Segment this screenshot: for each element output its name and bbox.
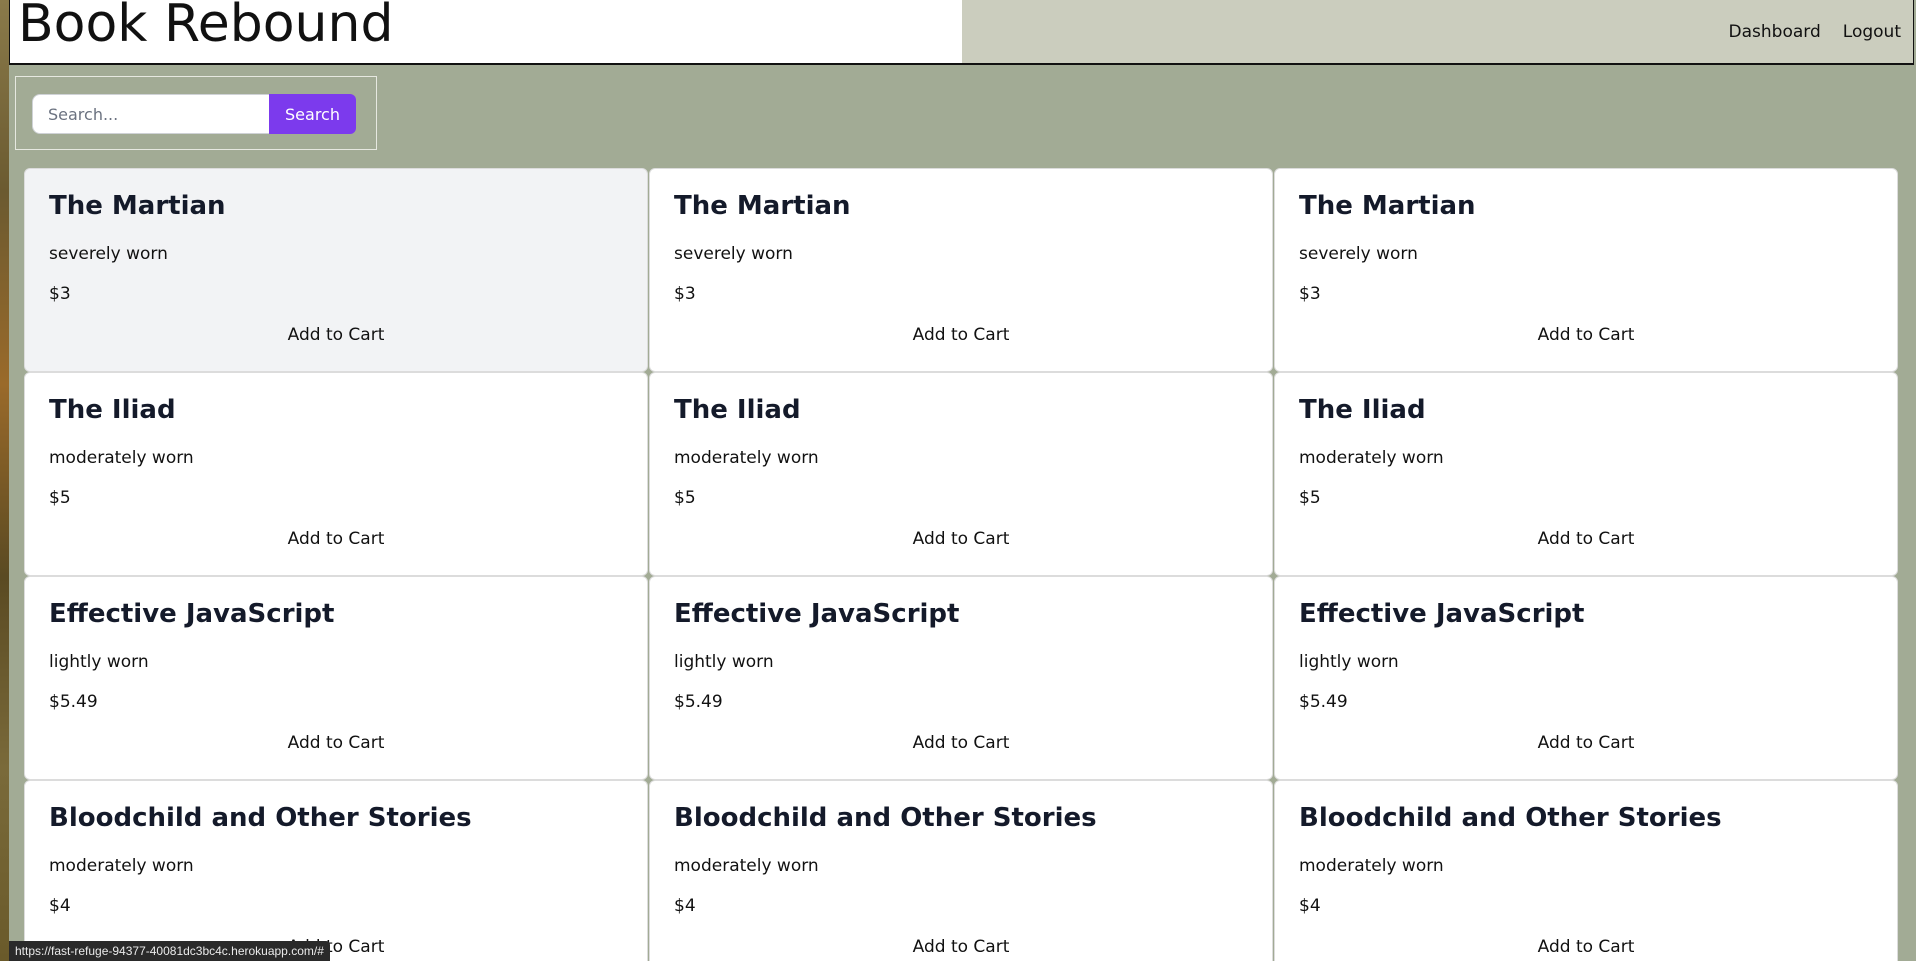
book-condition: lightly worn xyxy=(674,652,774,672)
book-price: $5 xyxy=(674,488,696,508)
book-title: Bloodchild and Other Stories xyxy=(1299,803,1722,833)
book-price: $5 xyxy=(1299,488,1321,508)
book-condition: moderately worn xyxy=(1299,856,1444,876)
book-title: The Iliad xyxy=(674,395,801,425)
brand-area: Book Rebound xyxy=(10,0,962,63)
book-title: The Martian xyxy=(674,191,851,221)
background-image-strip xyxy=(0,0,9,961)
book-grid: The Martian severely worn $3 Add to Cart… xyxy=(24,168,1898,961)
book-card: Bloodchild and Other Stories moderately … xyxy=(24,780,648,961)
book-card: The Martian severely worn $3 Add to Cart xyxy=(24,168,648,372)
book-condition: severely worn xyxy=(1299,244,1418,264)
book-price: $5.49 xyxy=(1299,692,1348,712)
book-card: Effective JavaScript lightly worn $5.49 … xyxy=(24,576,648,780)
book-condition: moderately worn xyxy=(1299,448,1444,468)
book-condition: lightly worn xyxy=(49,652,149,672)
add-to-cart-button[interactable]: Add to Cart xyxy=(650,324,1272,346)
add-to-cart-button[interactable]: Add to Cart xyxy=(1275,936,1897,958)
book-title: Effective JavaScript xyxy=(674,599,960,629)
add-to-cart-button[interactable]: Add to Cart xyxy=(25,732,647,754)
book-title: The Iliad xyxy=(49,395,176,425)
add-to-cart-button[interactable]: Add to Cart xyxy=(1275,732,1897,754)
page: Book Rebound Dashboard Logout Search The… xyxy=(9,0,1916,961)
book-card: The Iliad moderately worn $5 Add to Cart xyxy=(24,372,648,576)
add-to-cart-button[interactable]: Add to Cart xyxy=(650,732,1272,754)
nav-link-dashboard[interactable]: Dashboard xyxy=(1729,22,1821,42)
book-title: Bloodchild and Other Stories xyxy=(674,803,1097,833)
book-card: Bloodchild and Other Stories moderately … xyxy=(1274,780,1898,961)
top-header: Book Rebound Dashboard Logout xyxy=(9,0,1914,65)
book-condition: severely worn xyxy=(49,244,168,264)
book-card: The Martian severely worn $3 Add to Cart xyxy=(649,168,1273,372)
book-card: The Martian severely worn $3 Add to Cart xyxy=(1274,168,1898,372)
add-to-cart-button[interactable]: Add to Cart xyxy=(1275,324,1897,346)
top-nav: Dashboard Logout xyxy=(1729,22,1901,42)
book-title: The Martian xyxy=(49,191,226,221)
book-card: The Iliad moderately worn $5 Add to Cart xyxy=(1274,372,1898,576)
book-title: Effective JavaScript xyxy=(49,599,335,629)
add-to-cart-button[interactable]: Add to Cart xyxy=(1275,528,1897,550)
book-condition: moderately worn xyxy=(49,856,194,876)
book-title: The Iliad xyxy=(1299,395,1426,425)
book-condition: moderately worn xyxy=(674,856,819,876)
add-to-cart-button[interactable]: Add to Cart xyxy=(25,528,647,550)
book-title: Effective JavaScript xyxy=(1299,599,1585,629)
nav-link-logout[interactable]: Logout xyxy=(1843,22,1901,42)
book-price: $5.49 xyxy=(49,692,98,712)
book-price: $3 xyxy=(49,284,71,304)
book-price: $5 xyxy=(49,488,71,508)
search-input[interactable] xyxy=(32,94,270,134)
site-title: Book Rebound xyxy=(18,0,394,54)
book-price: $4 xyxy=(49,896,71,916)
book-card: The Iliad moderately worn $5 Add to Cart xyxy=(649,372,1273,576)
add-to-cart-button[interactable]: Add to Cart xyxy=(25,324,647,346)
book-title: Bloodchild and Other Stories xyxy=(49,803,472,833)
book-price: $5.49 xyxy=(674,692,723,712)
book-condition: moderately worn xyxy=(49,448,194,468)
search-button[interactable]: Search xyxy=(269,94,356,134)
book-title: The Martian xyxy=(1299,191,1476,221)
add-to-cart-button[interactable]: Add to Cart xyxy=(650,528,1272,550)
book-price: $3 xyxy=(674,284,696,304)
book-condition: severely worn xyxy=(674,244,793,264)
book-condition: lightly worn xyxy=(1299,652,1399,672)
link-status-bar: https://fast-refuge-94377-40081dc3bc4c.h… xyxy=(9,941,330,961)
add-to-cart-button[interactable]: Add to Cart xyxy=(650,936,1272,958)
book-price: $4 xyxy=(674,896,696,916)
book-card: Effective JavaScript lightly worn $5.49 … xyxy=(649,576,1273,780)
book-condition: moderately worn xyxy=(674,448,819,468)
book-card: Bloodchild and Other Stories moderately … xyxy=(649,780,1273,961)
book-price: $4 xyxy=(1299,896,1321,916)
search-form: Search xyxy=(15,76,377,150)
book-card: Effective JavaScript lightly worn $5.49 … xyxy=(1274,576,1898,780)
book-price: $3 xyxy=(1299,284,1321,304)
